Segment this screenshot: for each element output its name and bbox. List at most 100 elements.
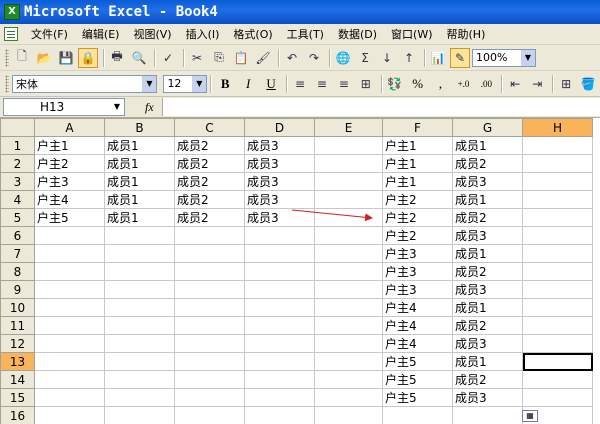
cell-f5[interactable]: 户主2 [382, 208, 453, 227]
cell-g7[interactable]: 成员1 [452, 244, 523, 263]
cell-f11[interactable]: 户主4 [382, 316, 453, 335]
paste-icon[interactable]: 📋 [231, 48, 251, 68]
row-header[interactable]: 14 [0, 370, 35, 389]
cell-c15[interactable] [174, 388, 245, 407]
cell-c6[interactable] [174, 226, 245, 245]
cell-e13[interactable] [314, 352, 383, 371]
cell-h13[interactable] [522, 352, 593, 371]
column-header-e[interactable]: E [314, 118, 383, 137]
cell-c16[interactable] [174, 406, 245, 424]
cell-g6[interactable]: 成员3 [452, 226, 523, 245]
cell-h5[interactable] [522, 208, 593, 227]
decrease-decimal-button[interactable]: .00 [475, 74, 497, 94]
cell-g5[interactable]: 成员2 [452, 208, 523, 227]
cell-f8[interactable]: 户主3 [382, 262, 453, 281]
drawing-icon[interactable]: ✎ [450, 47, 470, 68]
workbook-icon[interactable] [4, 27, 18, 41]
row-header[interactable]: 1 [0, 136, 35, 155]
cell-b13[interactable] [104, 352, 175, 371]
comma-button[interactable]: , [430, 74, 452, 94]
cell-g10[interactable]: 成员1 [452, 298, 523, 317]
cell-d16[interactable] [244, 406, 315, 424]
cell-g13[interactable]: 成员1 [452, 352, 523, 371]
column-header-h[interactable]: H [522, 118, 593, 137]
cell-e10[interactable] [314, 298, 383, 317]
menu-format[interactable]: 格式(O) [226, 24, 279, 45]
sort-ascending-icon[interactable]: ↓ [377, 48, 397, 68]
align-right-icon[interactable]: ≡ [334, 74, 354, 94]
cell-c5[interactable]: 成员2 [174, 208, 245, 227]
cell-g11[interactable]: 成员2 [452, 316, 523, 335]
cell-f9[interactable]: 户主3 [382, 280, 453, 299]
spelling-icon[interactable]: ✓ [158, 48, 178, 68]
cell-c13[interactable] [174, 352, 245, 371]
cell-h15[interactable] [522, 388, 593, 407]
permission-icon[interactable]: 🔒 [78, 47, 98, 68]
copy-icon[interactable]: ⎘ [209, 48, 229, 68]
percent-button[interactable]: % [407, 74, 429, 94]
cell-f15[interactable]: 户主5 [382, 388, 453, 407]
cell-b9[interactable] [104, 280, 175, 299]
cell-f4[interactable]: 户主2 [382, 190, 453, 209]
cell-d6[interactable] [244, 226, 315, 245]
cell-h10[interactable] [522, 298, 593, 317]
cell-b10[interactable] [104, 298, 175, 317]
cell-b8[interactable] [104, 262, 175, 281]
row-header[interactable]: 6 [0, 226, 35, 245]
cell-h1[interactable] [522, 136, 593, 155]
cell-d5[interactable]: 成员3 [244, 208, 315, 227]
cell-e12[interactable] [314, 334, 383, 353]
cell-a12[interactable] [34, 334, 105, 353]
cell-h11[interactable] [522, 316, 593, 335]
row-header[interactable]: 10 [0, 298, 35, 317]
cell-f1[interactable]: 户主1 [382, 136, 453, 155]
cell-g9[interactable]: 成员3 [452, 280, 523, 299]
menu-window[interactable]: 窗口(W) [384, 24, 439, 45]
row-header[interactable]: 7 [0, 244, 35, 263]
cell-d3[interactable]: 成员3 [244, 172, 315, 191]
row-header[interactable]: 15 [0, 388, 35, 407]
cell-d1[interactable]: 成员3 [244, 136, 315, 155]
row-header[interactable]: 8 [0, 262, 35, 281]
cell-f12[interactable]: 户主4 [382, 334, 453, 353]
cell-e2[interactable] [314, 154, 383, 173]
chevron-down-icon[interactable]: ▼ [142, 75, 157, 92]
cell-e9[interactable] [314, 280, 383, 299]
menu-edit[interactable]: 编辑(E) [75, 24, 127, 45]
merge-center-icon[interactable]: ⊞ [356, 74, 376, 94]
align-center-icon[interactable]: ≡ [312, 74, 332, 94]
cell-b11[interactable] [104, 316, 175, 335]
cell-b4[interactable]: 成员1 [104, 190, 175, 209]
cell-h4[interactable] [522, 190, 593, 209]
cell-b6[interactable] [104, 226, 175, 245]
column-header-a[interactable]: A [34, 118, 105, 137]
toolbar-grip[interactable] [5, 74, 9, 93]
cell-e15[interactable] [314, 388, 383, 407]
insert-function-icon[interactable]: fx [145, 100, 154, 115]
toolbar-grip[interactable] [5, 48, 9, 67]
cell-h9[interactable] [522, 280, 593, 299]
cell-c2[interactable]: 成员2 [174, 154, 245, 173]
cell-e14[interactable] [314, 370, 383, 389]
cell-g2[interactable]: 成员2 [452, 154, 523, 173]
cell-h8[interactable] [522, 262, 593, 281]
cell-g14[interactable]: 成员2 [452, 370, 523, 389]
underline-button[interactable]: U [260, 74, 282, 94]
cell-a9[interactable] [34, 280, 105, 299]
cell-f14[interactable]: 户主5 [382, 370, 453, 389]
increase-decimal-button[interactable]: +.0 [453, 74, 475, 94]
zoom-select[interactable]: 100% ▼ [472, 48, 536, 67]
chevron-down-icon[interactable]: ▼ [521, 49, 535, 66]
menu-data[interactable]: 数据(D) [331, 24, 384, 45]
cell-c3[interactable]: 成员2 [174, 172, 245, 191]
cell-c7[interactable] [174, 244, 245, 263]
cell-e1[interactable] [314, 136, 383, 155]
cell-h12[interactable] [522, 334, 593, 353]
cell-a3[interactable]: 户主3 [34, 172, 105, 191]
chevron-down-icon[interactable]: ▼ [110, 99, 124, 115]
cell-f10[interactable]: 户主4 [382, 298, 453, 317]
cell-b2[interactable]: 成员1 [104, 154, 175, 173]
row-header[interactable]: 4 [0, 190, 35, 209]
cell-h7[interactable] [522, 244, 593, 263]
cell-b16[interactable] [104, 406, 175, 424]
